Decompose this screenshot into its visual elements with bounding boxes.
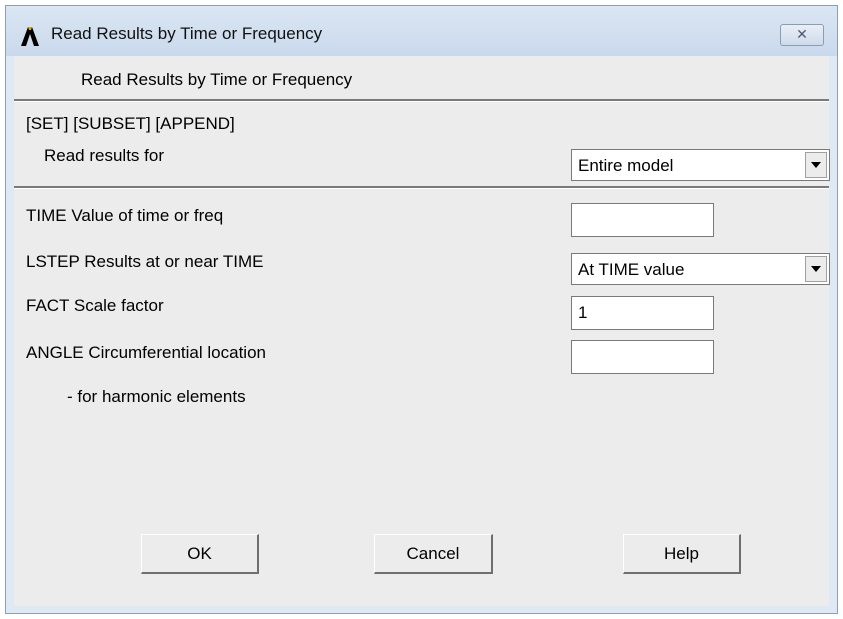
read-results-value: Entire model (578, 156, 674, 175)
separator (14, 186, 829, 189)
harmonic-note: - for harmonic elements (67, 387, 246, 406)
dropdown-arrow-button[interactable] (805, 152, 827, 178)
close-icon: ✕ (796, 26, 808, 42)
window-title: Read Results by Time or Frequency (51, 24, 323, 43)
lstep-select[interactable]: At TIME value (571, 253, 830, 285)
time-label: TIME Value of time or freq (26, 206, 224, 225)
dropdown-arrow-button[interactable] (805, 256, 827, 282)
dialog-window: Read Results by Time or Frequency ✕ Read… (5, 5, 838, 614)
time-input[interactable] (572, 204, 713, 236)
angle-label: ANGLE Circumferential location (26, 343, 266, 362)
separator (14, 99, 829, 102)
fact-label: FACT Scale factor (26, 296, 164, 315)
chevron-down-icon (811, 162, 821, 168)
cancel-button[interactable]: Cancel (374, 534, 493, 574)
time-field[interactable] (571, 203, 714, 237)
ansys-logo-icon (21, 27, 39, 46)
read-results-select[interactable]: Entire model (571, 149, 830, 181)
angle-input[interactable] (572, 341, 713, 373)
fact-field[interactable] (571, 296, 714, 330)
dialog-body: Read Results by Time or Frequency [SET] … (14, 56, 830, 606)
help-button[interactable]: Help (623, 534, 741, 574)
lstep-label: LSTEP Results at or near TIME (26, 252, 264, 271)
fact-input[interactable] (572, 297, 713, 329)
title-bar[interactable]: Read Results by Time or Frequency ✕ (6, 6, 837, 56)
chevron-down-icon (811, 266, 821, 272)
command-line: [SET] [SUBSET] [APPEND] (26, 114, 235, 133)
read-results-label: Read results for (44, 146, 164, 165)
lstep-value: At TIME value (578, 260, 685, 279)
close-button[interactable]: ✕ (780, 24, 824, 46)
ok-button[interactable]: OK (141, 534, 259, 574)
angle-field[interactable] (571, 340, 714, 374)
dialog-heading: Read Results by Time or Frequency (81, 70, 353, 89)
